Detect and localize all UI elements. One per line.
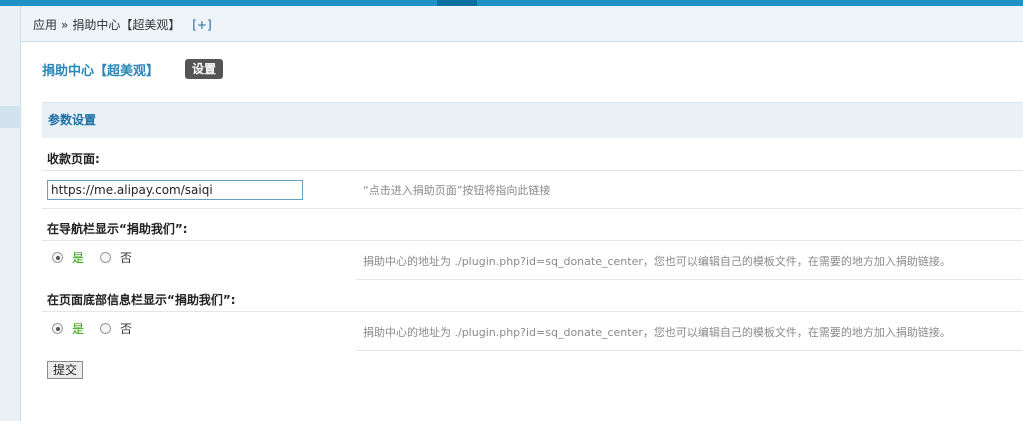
submit-button[interactable]: 提交: [47, 361, 84, 379]
sidebar-selected-item[interactable]: [0, 106, 21, 128]
pay-page-label: 收款页面:: [47, 152, 100, 166]
nav-show-radio-group: 是 否: [52, 249, 148, 266]
plugin-title-row: 捐助中心【超美观】 设置: [42, 58, 224, 80]
nav-show-tip: 捐助中心的地址为 ./plugin.php?id=sq_donate_cente…: [363, 255, 951, 268]
add-to-favorites-link[interactable]: [+]: [192, 18, 211, 32]
footer-show-no-radio[interactable]: [100, 323, 112, 334]
footer-show-no-label[interactable]: 否: [120, 320, 132, 337]
settings-tab[interactable]: 设置: [185, 59, 224, 79]
nav-show-no-label[interactable]: 否: [120, 249, 132, 266]
nav-show-label: 在导航栏显示“捐助我们”:: [47, 222, 188, 236]
divider: [42, 208, 1023, 209]
divider: [356, 279, 1023, 280]
pay-page-tip: “点击进入捐助页面”按钮将指向此链接: [363, 184, 551, 197]
nav-show-yes-radio[interactable]: [52, 252, 63, 263]
left-sidebar: [0, 6, 21, 421]
nav-show-yes-label[interactable]: 是: [72, 249, 84, 266]
footer-show-yes-radio[interactable]: [52, 323, 63, 334]
section-header: 参数设置: [42, 102, 1023, 138]
nav-show-no-radio[interactable]: [100, 252, 112, 263]
breadcrumb: 应用 » 捐助中心【超美观】 [+]: [21, 6, 1023, 42]
divider: [42, 170, 1023, 171]
footer-show-tip: 捐助中心的地址为 ./plugin.php?id=sq_donate_cente…: [363, 326, 951, 339]
divider: [42, 240, 1023, 241]
breadcrumb-item-plugin: 捐助中心【超美观】: [72, 18, 181, 32]
breadcrumb-separator: »: [61, 18, 69, 32]
breadcrumb-item-apps[interactable]: 应用: [33, 18, 57, 32]
pay-page-url-input[interactable]: [47, 180, 303, 200]
footer-show-yes-label[interactable]: 是: [72, 320, 84, 337]
divider: [356, 350, 1023, 351]
footer-show-radio-group: 是 否: [52, 320, 148, 337]
footer-show-label: 在页面底部信息栏显示“捐助我们”:: [47, 293, 236, 307]
plugin-title: 捐助中心【超美观】: [42, 63, 160, 79]
divider: [42, 311, 1023, 312]
